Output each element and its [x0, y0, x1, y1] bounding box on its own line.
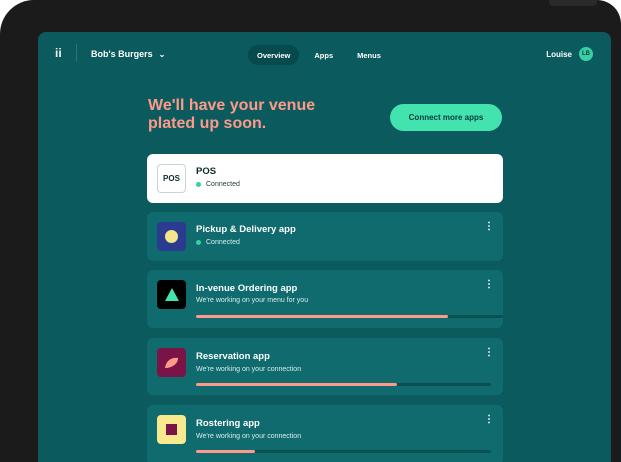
tab-apps[interactable]: Apps — [305, 45, 342, 65]
status-text: Connected — [206, 181, 240, 188]
triangle-icon — [164, 288, 179, 301]
progress-bar — [196, 383, 491, 386]
headline-line-2: plated up soon. — [148, 115, 267, 132]
pos-icon: POS — [157, 164, 186, 193]
status-text: We're working on your connection — [196, 366, 302, 373]
app-card-title: Rostering app — [196, 418, 260, 429]
top-nav: ii Bob's Burgers ⌄ Overview Apps Menus L… — [38, 32, 611, 76]
progress-fill — [196, 450, 255, 453]
pos-icon-text: POS — [163, 174, 180, 183]
venue-name: Bob's Burgers — [91, 49, 153, 59]
app-card-status: Connected — [196, 239, 240, 246]
nav-divider — [76, 44, 77, 62]
tablet-frame: ii Bob's Burgers ⌄ Overview Apps Menus L… — [0, 0, 621, 462]
tablet-notch — [549, 0, 597, 6]
app-card-status: Connected — [196, 181, 240, 188]
app-logo-icon[interactable]: ii — [55, 46, 65, 60]
headline-line-1: We'll have your venue — [148, 97, 316, 114]
app-card-title: Reservation app — [196, 351, 270, 362]
app-card-reservation[interactable]: Reservation app We're working on your co… — [147, 338, 503, 395]
connected-dot-icon — [196, 182, 201, 187]
app-card-in-venue-ordering[interactable]: In-venue Ordering app We're working on y… — [147, 270, 503, 328]
app-card-title: In-venue Ordering app — [196, 283, 298, 294]
status-text: We're working on your menu for you — [196, 297, 309, 304]
app-card-rostering[interactable]: Rostering app We're working on your conn… — [147, 405, 503, 462]
status-text: We're working on your connection — [196, 433, 302, 440]
chevron-down-icon: ⌄ — [158, 49, 166, 59]
app-icon-tile — [157, 415, 186, 444]
user-name: Louise — [546, 49, 572, 59]
nav-tabs: Overview Apps Menus — [248, 45, 390, 65]
app-card-pos[interactable]: POS POS Connected — [147, 154, 503, 203]
tab-overview[interactable]: Overview — [248, 45, 300, 65]
more-options-icon[interactable]: ⋮ — [484, 280, 494, 290]
app-card-pickup-delivery[interactable]: Pickup & Delivery app Connected ⋮ — [147, 212, 503, 261]
page-headline: We'll have your venue plated up soon. — [148, 97, 368, 133]
tab-menus[interactable]: Menus — [348, 45, 390, 65]
app-card-status: We're working on your menu for you — [196, 297, 308, 304]
app-icon-tile — [157, 348, 186, 377]
user-menu[interactable]: Louise LB — [546, 45, 593, 63]
venue-selector[interactable]: Bob's Burgers ⌄ — [91, 45, 165, 63]
app-screen: ii Bob's Burgers ⌄ Overview Apps Menus L… — [38, 32, 611, 462]
app-card-status: We're working on your connection — [196, 366, 301, 373]
app-card-title: Pickup & Delivery app — [196, 224, 296, 235]
connect-more-apps-button[interactable]: Connect more apps — [390, 104, 502, 131]
progress-fill — [196, 383, 397, 386]
status-text: Connected — [206, 239, 240, 246]
avatar: LB — [579, 47, 593, 61]
app-card-status: We're working on your connection — [196, 433, 301, 440]
more-options-icon[interactable]: ⋮ — [484, 415, 494, 425]
progress-bar — [196, 450, 491, 453]
progress-fill — [196, 315, 448, 318]
app-icon-tile — [157, 280, 186, 309]
app-card-title: POS — [196, 166, 217, 177]
circle-icon — [165, 230, 178, 243]
progress-bar — [196, 315, 503, 318]
more-options-icon[interactable]: ⋮ — [484, 348, 494, 358]
leaf-icon — [165, 357, 178, 368]
square-icon — [166, 424, 177, 435]
more-options-icon[interactable]: ⋮ — [484, 222, 494, 232]
app-icon-tile — [157, 222, 186, 251]
connected-dot-icon — [196, 240, 201, 245]
